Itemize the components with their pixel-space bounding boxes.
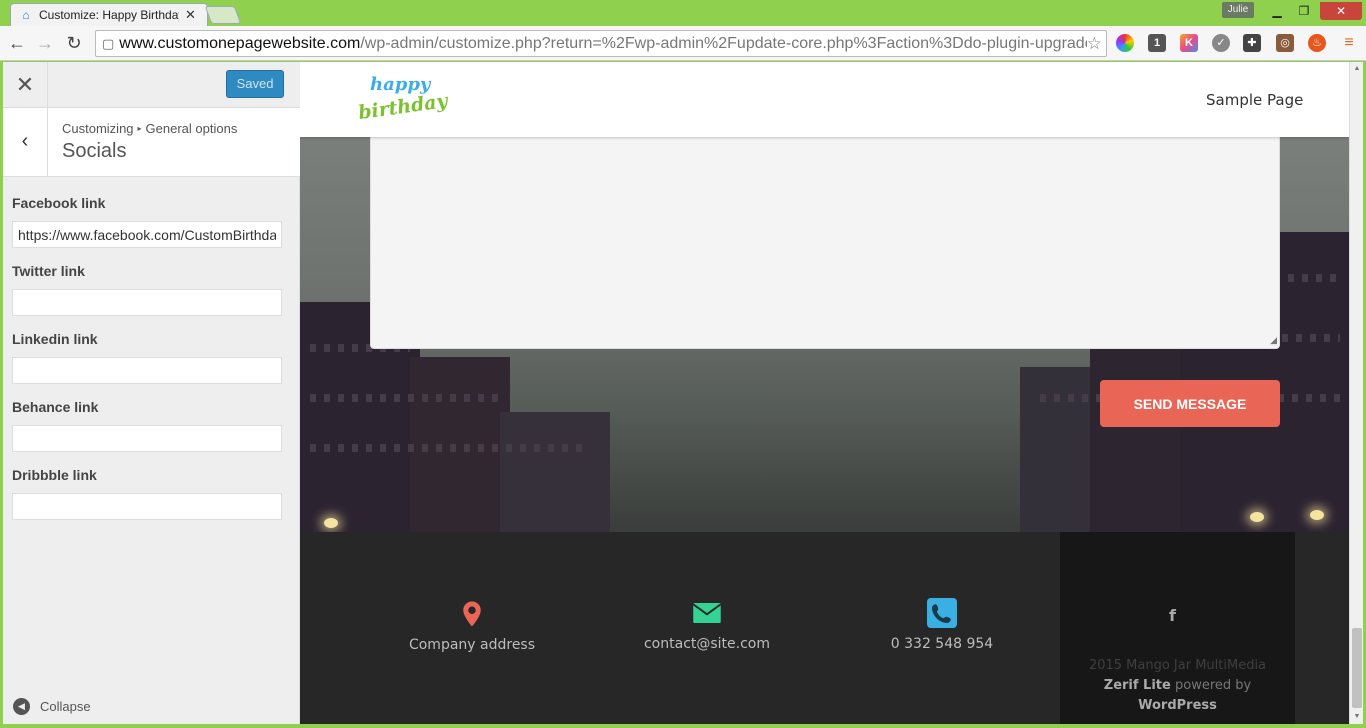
email-text[interactable]: contact@site.com xyxy=(607,636,807,652)
url-path: /wp-admin/customize.php?return=%2Fwp-adm… xyxy=(360,34,1094,52)
reload-icon[interactable]: ↻ xyxy=(63,32,85,54)
nav-sample-page[interactable]: Sample Page xyxy=(1206,91,1303,109)
twitter-link-label: Twitter link xyxy=(12,263,85,279)
linkedin-link-label: Linkedin link xyxy=(12,331,98,347)
puzzle-icon[interactable]: ✚ xyxy=(1243,34,1261,52)
envelope-icon xyxy=(692,603,722,623)
street-lamp xyxy=(1310,510,1324,520)
site-logo[interactable]: happy birthday xyxy=(356,72,449,132)
scroll-up-icon[interactable]: ▲ xyxy=(1350,62,1364,76)
customizer-header: ✕ Saved xyxy=(3,62,300,108)
tab-title: Customize: Happy Birthday xyxy=(39,8,179,22)
wordpress-favicon-icon: ⌂ xyxy=(22,8,30,22)
browser-window: ⌂ Customize: Happy Birthday ✕ Julie ▁ ❐ … xyxy=(0,0,1366,728)
footer-phone: 0 332 548 954 xyxy=(842,598,1042,652)
scroll-down-icon[interactable]: ▼ xyxy=(1350,710,1364,724)
profile-badge[interactable]: Julie xyxy=(1222,2,1254,18)
send-message-button[interactable]: SEND MESSAGE xyxy=(1100,380,1280,427)
breadcrumb-root: Customizing xyxy=(62,121,134,136)
collapse-label: Collapse xyxy=(40,699,91,714)
copyright: 2015 Mango Jar MultiMedia Zerif Lite pow… xyxy=(1060,656,1295,716)
address-bar[interactable]: ▢ www.customonepagewebsite.com /wp-admin… xyxy=(95,30,1107,57)
new-tab-button[interactable] xyxy=(204,6,242,24)
breadcrumb-separator-icon: ▸ xyxy=(137,124,142,133)
address-text: Company address xyxy=(408,637,536,653)
breadcrumb: Customizing ▸ General options xyxy=(62,121,237,136)
window-row xyxy=(310,394,500,402)
close-icon[interactable]: ✕ xyxy=(3,62,48,107)
footer-address: Company address xyxy=(372,599,572,653)
site-preview: happy birthday Sample Page ◢ SEND MESSAG… xyxy=(300,62,1349,724)
menu-icon[interactable]: ≡ xyxy=(1340,34,1358,52)
behance-link-label: Behance link xyxy=(12,399,99,415)
preview-scrollbar[interactable]: ▲ ▼ xyxy=(1349,62,1363,724)
customizer-sidebar: ✕ Saved ‹ Customizing ▸ General options So… xyxy=(3,62,300,724)
k-icon[interactable]: K xyxy=(1180,34,1198,52)
twitter-link-input[interactable] xyxy=(12,289,282,316)
instagram-icon[interactable]: ◎ xyxy=(1276,34,1294,52)
browser-toolbar: ← → ↻ ▢ www.customonepagewebsite.com /wp… xyxy=(0,26,1366,61)
logo-line-2: birthday xyxy=(356,89,449,125)
breadcrumb-section: General options xyxy=(145,121,238,136)
fire-icon[interactable]: ♨ xyxy=(1308,34,1326,52)
building-left-3 xyxy=(500,412,610,532)
message-textarea[interactable]: ◢ xyxy=(370,137,1280,349)
saved-button[interactable]: Saved xyxy=(226,70,284,98)
dribbble-link-input[interactable] xyxy=(12,493,282,520)
color-wheel-icon[interactable] xyxy=(1116,34,1134,52)
street-lamp xyxy=(324,518,338,528)
collapse-arrow-icon: ◀ xyxy=(13,698,30,715)
tab-strip: ⌂ Customize: Happy Birthday ✕ Julie ▁ ❐ … xyxy=(0,0,1366,26)
map-pin-icon xyxy=(463,601,481,627)
section-header: ‹ Customizing ▸ General options Socials xyxy=(3,108,300,177)
wordpress-link[interactable]: WordPress xyxy=(1138,698,1217,713)
resize-grip-icon[interactable]: ◢ xyxy=(1270,335,1277,346)
url-host: www.customonepagewebsite.com xyxy=(119,34,361,52)
site-header: happy birthday Sample Page xyxy=(300,62,1349,137)
facebook-link-label: Facebook link xyxy=(12,195,106,211)
site-footer: Company address contact@site.com 0 332 5… xyxy=(300,532,1349,724)
minimize-button[interactable]: ▁ xyxy=(1264,2,1290,20)
check-icon[interactable]: ✓ xyxy=(1212,34,1230,52)
phone-text: 0 332 548 954 xyxy=(890,636,994,652)
logo-line-1: happy xyxy=(370,74,431,95)
linkedin-link-input[interactable] xyxy=(12,357,282,384)
behance-link-input[interactable] xyxy=(12,425,282,452)
maximize-button[interactable]: ❐ xyxy=(1291,2,1317,20)
window-row xyxy=(310,444,590,452)
page-icon: ▢ xyxy=(102,35,115,51)
collapse-button[interactable]: ◀ Collapse xyxy=(13,698,91,715)
scroll-thumb[interactable] xyxy=(1352,628,1362,708)
street-lamp xyxy=(1250,512,1264,522)
lastpass-icon[interactable]: 1 xyxy=(1148,34,1166,52)
back-arrow-icon[interactable]: ← xyxy=(6,32,28,54)
footer-social: f 2015 Mango Jar MultiMedia Zerif Lite p… xyxy=(1060,532,1295,724)
bookmark-star-icon[interactable]: ☆ xyxy=(1086,34,1102,54)
footer-email: contact@site.com xyxy=(607,598,807,652)
copyright-text: 2015 Mango Jar MultiMedia xyxy=(1088,658,1267,673)
back-chevron-icon[interactable]: ‹ xyxy=(3,108,48,177)
building-right-1 xyxy=(1020,367,1100,532)
theme-link[interactable]: Zerif Lite xyxy=(1104,678,1171,693)
facebook-icon[interactable]: f xyxy=(1169,606,1176,625)
powered-by-text: powered by xyxy=(1174,678,1252,693)
phone-icon xyxy=(927,598,957,628)
window-close-button[interactable]: ✕ xyxy=(1320,2,1362,20)
section-title: Socials xyxy=(62,140,127,162)
forward-arrow-icon[interactable]: → xyxy=(34,32,56,54)
tab-close-icon[interactable]: ✕ xyxy=(185,7,196,23)
browser-tab[interactable]: ⌂ Customize: Happy Birthday ✕ xyxy=(10,3,208,26)
facebook-link-input[interactable] xyxy=(12,221,282,248)
dribbble-link-label: Dribbble link xyxy=(12,467,97,483)
